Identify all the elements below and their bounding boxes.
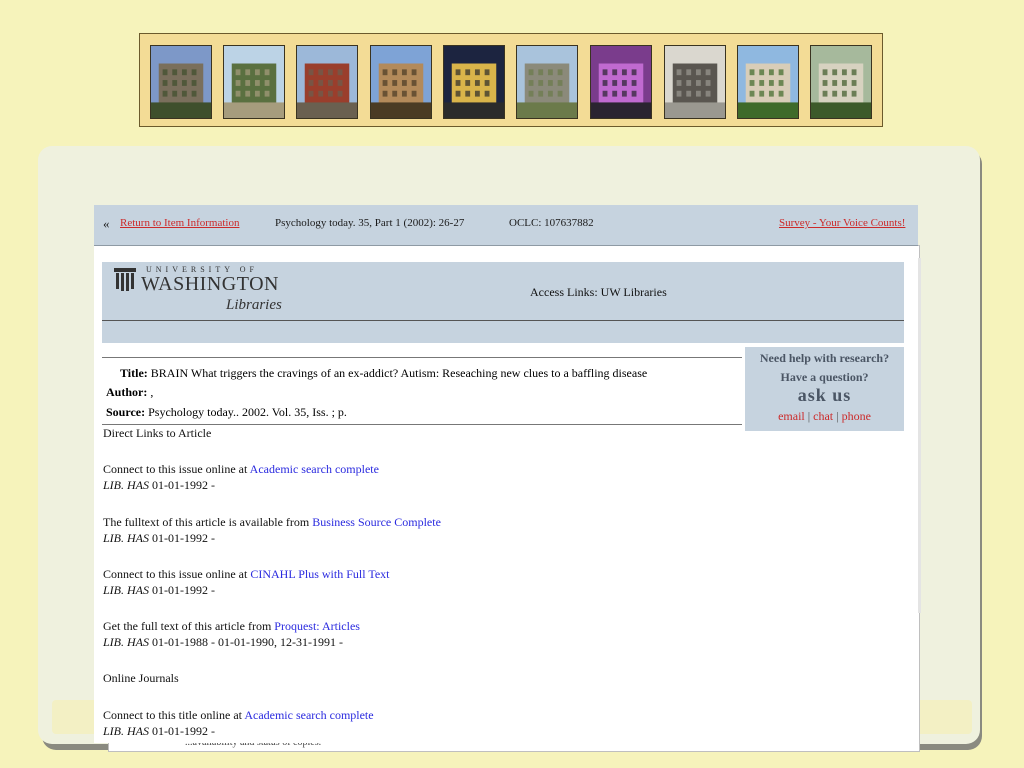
top-navigation-bar: « Return to Item Information Psychology …	[94, 205, 918, 246]
holdings-line: LIB. HAS 01-01-1988 - 01-01-1990, 12-31-…	[103, 635, 343, 650]
ask-us-help-box: Need help with research? Have a question…	[745, 347, 904, 431]
citation-text: Psychology today. 35, Part 1 (2002): 26-…	[275, 217, 465, 229]
holdings-range: 01-01-1992 -	[152, 531, 215, 545]
uw-libraries-logo[interactable]: UNIVERSITY OF WASHINGTON Libraries	[114, 264, 284, 318]
holdings-range: 01-01-1992 -	[152, 478, 215, 492]
lib-has-label: LIB. HAS	[103, 531, 149, 545]
business-source-link[interactable]: Business Source Complete	[312, 515, 441, 529]
lib-has-label: LIB. HAS	[103, 478, 149, 492]
help-question: Have a question?	[780, 370, 869, 384]
title-value: BRAIN What triggers the cravings of an e…	[150, 366, 648, 380]
cinahl-link[interactable]: CINAHL Plus with Full Text	[250, 567, 389, 581]
uw-logo-icon	[114, 268, 136, 291]
link-entry-1: Connect to this issue online at Academic…	[103, 462, 379, 477]
page-title: Access Links: UW Libraries	[530, 285, 667, 299]
lib-has-label: LIB. HAS	[103, 724, 149, 738]
academic-search-title-link[interactable]: Academic search complete	[244, 708, 373, 722]
help-contact-links: email | chat | phone	[745, 409, 904, 424]
proquest-link[interactable]: Proquest: Articles	[274, 619, 360, 633]
source-value: Psychology today.. 2002. Vol. 35, Iss. ;…	[148, 405, 347, 419]
title-row: Title: BRAIN What triggers the cravings …	[120, 366, 647, 381]
oclc-number: OCLC: 107637882	[509, 217, 594, 229]
lib-has-label: LIB. HAS	[103, 635, 149, 649]
holdings-range: 01-01-1992 -	[152, 724, 215, 738]
holdings-range: 01-01-1992 -	[152, 583, 215, 597]
return-to-item-link[interactable]: Return to Item Information	[120, 217, 239, 229]
phone-link[interactable]: phone	[842, 409, 871, 423]
link-entry-2: The fulltext of this article is availabl…	[103, 515, 441, 530]
link-prefix: Connect to this title online at	[103, 708, 242, 722]
holdings-line: LIB. HAS 01-01-1992 -	[103, 583, 215, 598]
author-label: Author:	[106, 385, 148, 399]
campus-photo-2	[223, 45, 285, 119]
source-label: Source:	[106, 405, 146, 419]
holdings-range: 01-01-1988 - 01-01-1990, 12-31-1991 -	[152, 635, 343, 649]
academic-search-link[interactable]: Academic search complete	[250, 462, 379, 476]
link-prefix: Get the full text of this article from	[103, 619, 272, 633]
chat-link[interactable]: chat	[813, 409, 833, 423]
access-links-page: « Return to Item Information Psychology …	[94, 205, 918, 743]
link-entry-4: Get the full text of this article from P…	[103, 619, 360, 634]
title-label: Title:	[120, 366, 148, 380]
ask-us-label: ask us	[797, 385, 852, 405]
separator: |	[807, 409, 811, 423]
author-value: ,	[150, 385, 154, 399]
separator: |	[836, 409, 839, 423]
help-heading: Need help with research?	[759, 351, 890, 365]
survey-link[interactable]: Survey - Your Voice Counts!	[779, 217, 905, 229]
lib-has-label: LIB. HAS	[103, 583, 149, 597]
email-link[interactable]: email	[778, 409, 805, 423]
campus-photo-1	[150, 45, 212, 119]
campus-photo-10	[810, 45, 872, 119]
link-prefix: Connect to this issue online at	[103, 462, 248, 476]
link-prefix: The fulltext of this article is availabl…	[103, 515, 310, 529]
logo-libraries-text: Libraries	[226, 297, 282, 313]
source-row: Source: Psychology today.. 2002. Vol. 35…	[106, 405, 347, 420]
header-strip	[102, 321, 904, 343]
uw-libraries-header: UNIVERSITY OF WASHINGTON Libraries Acces…	[102, 262, 904, 321]
online-journals-heading: Online Journals	[103, 671, 179, 685]
campus-photo-7	[590, 45, 652, 119]
photo-banner	[139, 33, 883, 127]
direct-links-heading: Direct Links to Article	[103, 426, 212, 440]
campus-photo-9	[737, 45, 799, 119]
author-row: Author: ,	[106, 385, 153, 400]
journal-entry: Connect to this title online at Academic…	[103, 708, 374, 723]
holdings-line: LIB. HAS 01-01-1992 -	[103, 724, 215, 739]
campus-photo-8	[664, 45, 726, 119]
link-entry-3: Connect to this issue online at CINAHL P…	[103, 567, 390, 582]
back-arrow-icon[interactable]: «	[103, 216, 110, 232]
link-prefix: Connect to this issue online at	[103, 567, 248, 581]
holdings-line: LIB. HAS 01-01-1992 -	[103, 531, 215, 546]
campus-photo-4	[370, 45, 432, 119]
logo-washington-text: WASHINGTON	[141, 273, 279, 295]
holdings-line: LIB. HAS 01-01-1992 -	[103, 478, 215, 493]
campus-photo-6	[516, 45, 578, 119]
campus-photo-5	[443, 45, 505, 119]
record-citation: Title: BRAIN What triggers the cravings …	[102, 357, 742, 425]
campus-photo-3	[296, 45, 358, 119]
